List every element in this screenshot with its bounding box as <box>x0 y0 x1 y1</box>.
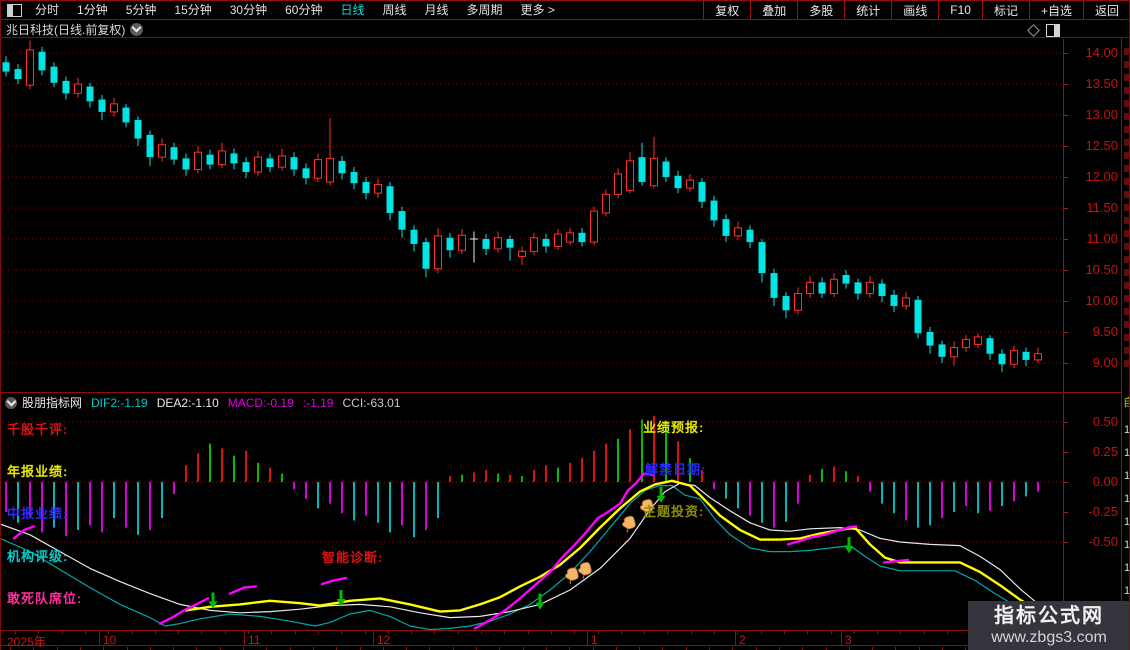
price-axis-label: 11.50 <box>1066 201 1118 215</box>
indicator-axis-label: 0.25 <box>1066 445 1118 459</box>
panel-toggle-icon[interactable] <box>1046 24 1060 37</box>
thumb-hand-icon <box>621 515 637 533</box>
indicator-value: MACD:-0.19 <box>228 396 294 410</box>
indicator-text-label: 千股千评: <box>7 419 68 438</box>
menu-item-tool[interactable]: 标记 <box>982 1 1029 19</box>
price-axis-label: 9.50 <box>1066 325 1118 339</box>
price-axis-label: 9.00 <box>1066 356 1118 370</box>
indicator-text-label: 业绩预报: <box>643 417 704 436</box>
timeline-month-label: 11 <box>248 633 260 647</box>
menu-item-tool[interactable]: 统计 <box>844 1 891 19</box>
menu-item-period[interactable]: 60分钟 <box>276 1 331 19</box>
menu-item-period[interactable]: 周线 <box>373 1 415 19</box>
price-axis-label: 12.00 <box>1066 170 1118 184</box>
price-axis-line <box>1063 39 1064 646</box>
menu-item-tool[interactable]: +自选 <box>1029 1 1083 19</box>
menu-item-tool[interactable]: 复权 <box>703 1 750 19</box>
indicator-text-label: 中报业绩: <box>7 503 68 522</box>
indicator-text-label: 主题投资: <box>643 501 704 520</box>
menu-item-period[interactable]: 多周期 <box>458 1 512 19</box>
indicator-value: DEA2:-1.10 <box>157 396 219 410</box>
kline-chart[interactable] <box>0 39 1062 392</box>
menu-item-tool[interactable]: 画线 <box>891 1 938 19</box>
price-axis-label: 13.50 <box>1066 77 1118 91</box>
menubar: 分时1分钟5分钟15分钟30分钟60分钟日线周线月线多周期更多 > 复权叠加多股… <box>0 0 1130 20</box>
layout-split-icon[interactable] <box>7 4 22 17</box>
menu-item-period[interactable]: 1分钟 <box>68 1 117 19</box>
menu-item-tool[interactable]: 叠加 <box>750 1 797 19</box>
titlebar: 兆日科技(日线.前复权) <box>0 21 1130 38</box>
indicator-values: DIF2:-1.19 DEA2:-1.10 MACD:-0.19 :-1.19 CCI:… <box>82 396 401 410</box>
sell-arrow-icon <box>845 537 854 553</box>
thumb-hand-icon <box>577 562 593 580</box>
tools-menu: 复权叠加多股统计画线F10标记+自选返回 <box>703 1 1130 19</box>
price-axis-label: 10.00 <box>1066 294 1118 308</box>
timeline[interactable]: 2025年 101112123 <box>0 630 1130 646</box>
menu-item-period[interactable]: 日线 <box>331 1 373 19</box>
price-axis-label: 14.00 <box>1066 46 1118 60</box>
indicator-text-label: 解禁日期: <box>645 459 706 478</box>
indicator-axis-label: 0.00 <box>1066 475 1118 489</box>
timeline-month-label: 1 <box>591 633 598 647</box>
panel-separator[interactable] <box>0 392 1130 393</box>
timeline-month-label: 2 <box>739 633 746 647</box>
indicator-chart[interactable] <box>0 412 1062 630</box>
indicator-value: :-1.19 <box>303 396 334 410</box>
price-axis-label: 10.50 <box>1066 263 1118 277</box>
watermark-url: www.zbgs3.com <box>991 628 1107 648</box>
price-axis-label: 11.00 <box>1066 232 1118 246</box>
indicator-header: 股朋指标网 DIF2:-1.19 DEA2:-1.10 MACD:-0.19 :-1.… <box>0 394 1060 411</box>
indicator-value: CCI:-63.01 <box>342 396 400 410</box>
menu-item-period[interactable]: 月线 <box>416 1 458 19</box>
indicator-text-label: 年报业绩: <box>7 461 68 480</box>
indicator-axis-label: -0.50 <box>1066 535 1118 549</box>
timeline-month-label: 3 <box>845 633 852 647</box>
indicator-axis-label: 0.50 <box>1066 415 1118 429</box>
chevron-down-icon[interactable] <box>5 397 17 409</box>
thumb-hand-icon <box>564 567 580 585</box>
period-menu: 分时1分钟5分钟15分钟30分钟60分钟日线周线月线多周期更多 > <box>26 1 564 19</box>
chevron-down-icon[interactable] <box>130 23 143 36</box>
chart-title: 兆日科技(日线.前复权) <box>0 21 125 38</box>
menu-item-tool[interactable]: 返回 <box>1083 1 1130 19</box>
watermark: 指标公式网 www.zbgs3.com <box>968 601 1130 650</box>
watermark-site-name: 指标公式网 <box>994 604 1104 628</box>
menu-item-tool[interactable]: F10 <box>938 1 982 19</box>
menu-item-period[interactable]: 分时 <box>26 1 68 19</box>
indicator-text-label: 智能诊断: <box>322 547 383 566</box>
timeline-month-label: 10 <box>103 633 116 647</box>
indicator-text-label: 机构评级: <box>7 546 68 565</box>
menu-item-period[interactable]: 5分钟 <box>117 1 166 19</box>
menu-item-tool[interactable]: 多股 <box>797 1 844 19</box>
menu-item-period[interactable]: 更多 > <box>512 1 564 19</box>
timeline-month-label: 12 <box>377 633 390 647</box>
menu-item-period[interactable]: 15分钟 <box>165 1 220 19</box>
indicator-source: 股朋指标网 <box>22 394 82 411</box>
indicator-axis-label: -0.25 <box>1066 505 1118 519</box>
menu-item-period[interactable]: 30分钟 <box>221 1 276 19</box>
diamond-icon[interactable] <box>1027 24 1040 37</box>
price-axis-label: 13.00 <box>1066 108 1118 122</box>
price-axis-label: 12.50 <box>1066 139 1118 153</box>
sell-arrow-icon <box>536 594 545 610</box>
stock-trading-app: 分时1分钟5分钟15分钟30分钟60分钟日线周线月线多周期更多 > 复权叠加多股… <box>0 0 1130 650</box>
indicator-text-label: 敢死队席位: <box>7 588 82 607</box>
indicator-value: DIF2:-1.19 <box>91 396 148 410</box>
